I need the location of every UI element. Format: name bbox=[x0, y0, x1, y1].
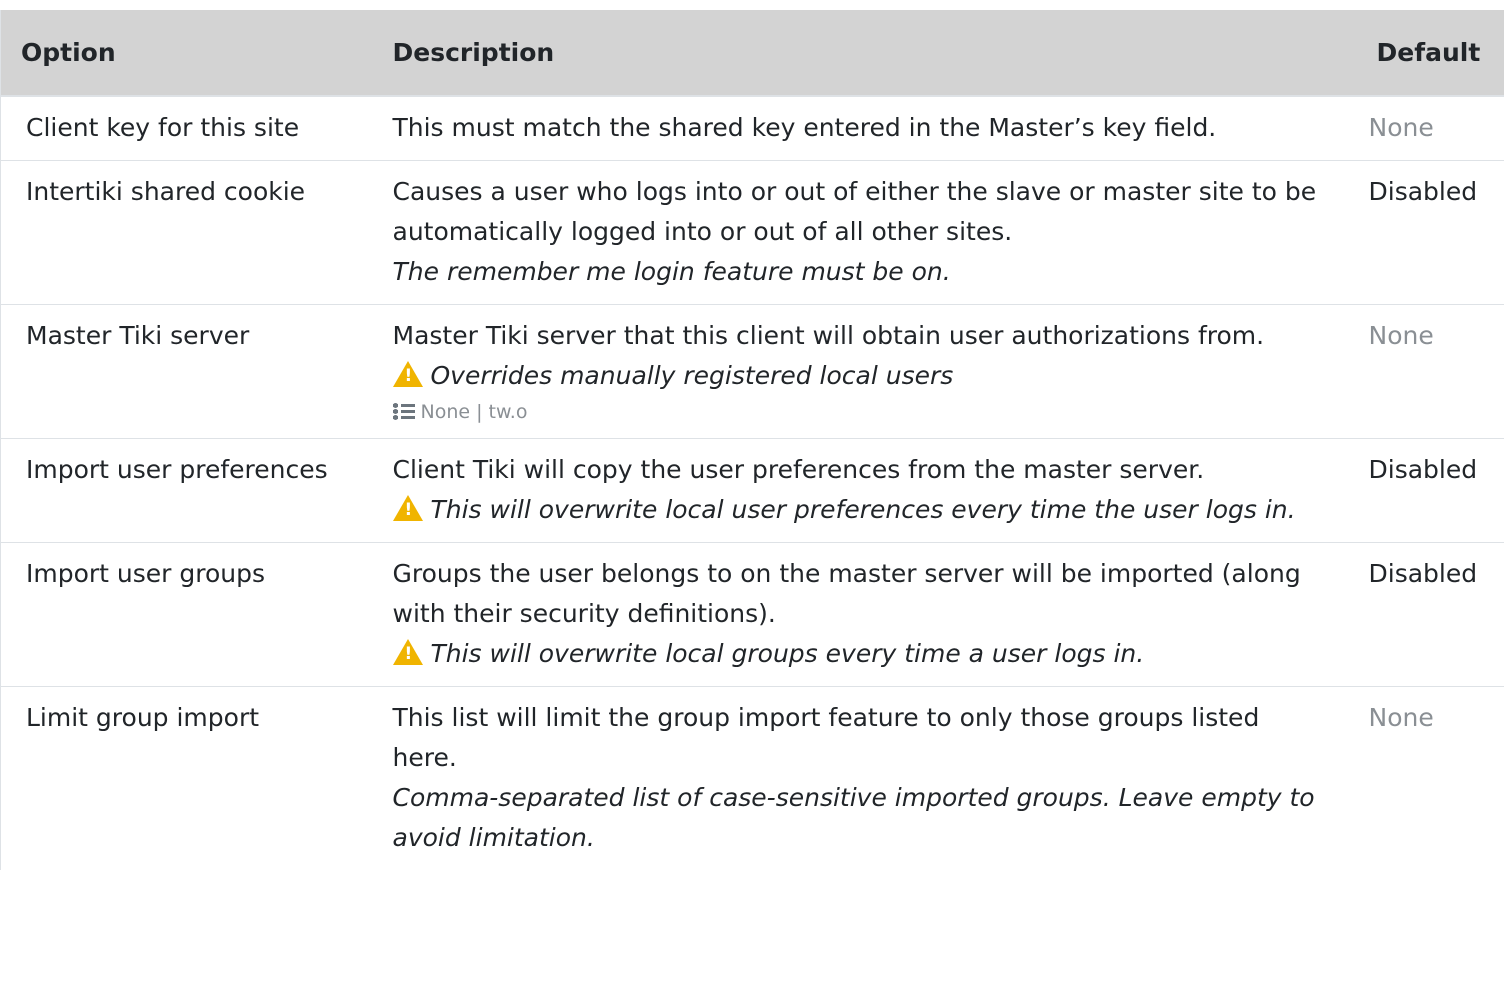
option-default: Disabled bbox=[1346, 438, 1504, 543]
table-body: Client key for this site This must match… bbox=[0, 96, 1504, 870]
table-row: Intertiki shared cookie Causes a user wh… bbox=[0, 160, 1504, 305]
option-warning: This will overwrite local groups every t… bbox=[392, 634, 1327, 674]
option-description-cell: This must match the shared key entered i… bbox=[371, 96, 1347, 161]
option-name: Import user preferences bbox=[0, 438, 371, 543]
option-note: Comma-separated list of case-sensitive i… bbox=[392, 783, 1315, 852]
option-warning-text: Overrides manually registered local user… bbox=[430, 361, 954, 390]
option-description: This must match the shared key entered i… bbox=[392, 113, 1217, 142]
option-default: None bbox=[1346, 686, 1504, 870]
option-name: Intertiki shared cookie bbox=[0, 160, 371, 305]
option-warning-text: This will overwrite local groups every t… bbox=[430, 639, 1145, 668]
option-default: Disabled bbox=[1346, 542, 1504, 687]
option-tags: None | tw.o bbox=[392, 398, 1327, 426]
table-row: Limit group import This list will limit … bbox=[0, 686, 1504, 870]
option-default: None bbox=[1368, 113, 1434, 142]
option-warning: This will overwrite local user preferenc… bbox=[392, 490, 1327, 530]
option-description: Master Tiki server that this client will… bbox=[392, 321, 1265, 350]
column-header-default: Default bbox=[1346, 10, 1504, 97]
option-name: Import user groups bbox=[0, 542, 371, 687]
table-header: Option Description Default bbox=[0, 10, 1504, 97]
preferences-table: Option Description Default Client key fo… bbox=[0, 10, 1504, 870]
option-description-cell: This list will limit the group import fe… bbox=[370, 686, 1347, 870]
warning-triangle-icon bbox=[392, 495, 423, 521]
column-header-description: Description bbox=[370, 10, 1347, 97]
table-row: Import user groups Groups the user belon… bbox=[0, 542, 1504, 687]
option-description-cell: Client Tiki will copy the user preferenc… bbox=[370, 438, 1347, 543]
option-description-cell: Causes a user who logs into or out of ei… bbox=[370, 160, 1347, 305]
option-name: Limit group import bbox=[0, 686, 371, 870]
option-default: Disabled bbox=[1346, 160, 1504, 305]
option-default: None bbox=[1346, 304, 1504, 439]
warning-triangle-icon bbox=[392, 361, 423, 387]
option-name: Master Tiki server bbox=[0, 304, 371, 439]
option-description: Client Tiki will copy the user preferenc… bbox=[392, 455, 1205, 484]
list-icon bbox=[392, 403, 415, 420]
table-row: Import user preferences Client Tiki will… bbox=[0, 438, 1504, 543]
table-row: Client key for this site This must match… bbox=[1, 96, 1504, 161]
option-description: Causes a user who logs into or out of ei… bbox=[392, 177, 1317, 246]
column-header-option: Option bbox=[0, 10, 371, 97]
option-name: Client key for this site bbox=[26, 113, 300, 142]
option-description-cell: Groups the user belongs to on the master… bbox=[370, 542, 1347, 687]
option-warning-text: This will overwrite local user preferenc… bbox=[430, 495, 1296, 524]
option-description: This list will limit the group import fe… bbox=[392, 703, 1260, 772]
top-gap bbox=[0, 0, 1504, 10]
option-note: The remember me login feature must be on… bbox=[392, 257, 951, 286]
option-description: Groups the user belongs to on the master… bbox=[392, 559, 1301, 628]
option-tags-text: None | tw.o bbox=[420, 401, 528, 423]
header-row: Option Description Default bbox=[0, 10, 1504, 97]
warning-triangle-icon bbox=[392, 639, 423, 665]
option-warning: Overrides manually registered local user… bbox=[392, 356, 1327, 396]
option-description-cell: Master Tiki server that this client will… bbox=[370, 304, 1347, 439]
table-row: Master Tiki server Master Tiki server th… bbox=[0, 304, 1504, 439]
